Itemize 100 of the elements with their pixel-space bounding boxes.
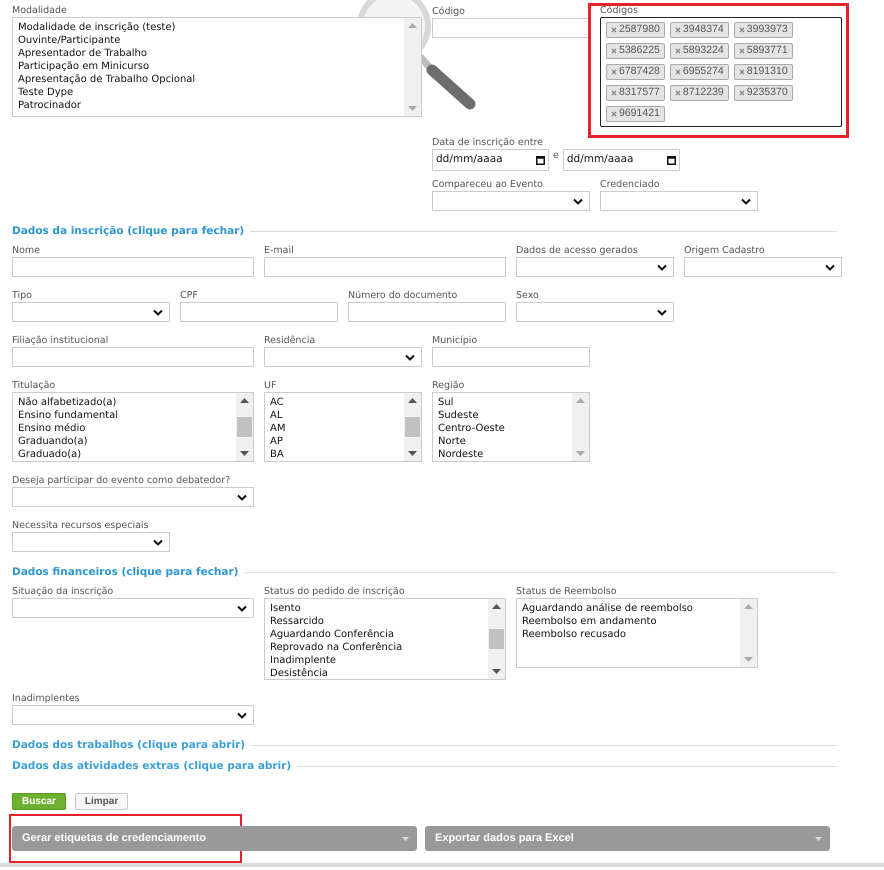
scroll-down-icon[interactable]: [492, 669, 501, 674]
scroll-thumb[interactable]: [489, 629, 504, 649]
code-tag[interactable]: 5893771: [734, 43, 793, 59]
code-tag[interactable]: 6955274: [670, 64, 729, 80]
list-option[interactable]: Apresentação de Trabalho Opcional: [18, 73, 196, 86]
select-field[interactable]: [12, 532, 170, 552]
select-field[interactable]: [432, 191, 590, 211]
list-option[interactable]: Norte: [438, 435, 466, 448]
select-field[interactable]: [516, 257, 674, 277]
list-option[interactable]: AL: [270, 409, 282, 422]
code-tag[interactable]: 9691421: [606, 106, 665, 122]
remove-icon[interactable]: [611, 90, 617, 96]
remove-icon[interactable]: [738, 27, 745, 33]
list-option[interactable]: Centro-Oeste: [438, 422, 505, 435]
list-option[interactable]: Graduado(a): [18, 448, 82, 461]
input-field[interactable]: [12, 347, 254, 367]
scrollbar[interactable]: [488, 599, 505, 679]
scroll-up-icon[interactable]: [492, 604, 501, 609]
remove-icon[interactable]: [674, 69, 681, 75]
code-tag[interactable]: 9235370: [734, 85, 793, 101]
field-label: Status do pedido de inscrição: [264, 587, 406, 597]
input-field[interactable]: [432, 347, 590, 367]
code-tag[interactable]: 5893224: [670, 43, 729, 59]
list-option[interactable]: Não alfabetizado(a): [18, 396, 116, 409]
code-tag[interactable]: 8317577: [606, 85, 665, 101]
list-option[interactable]: Modalidade de inscrição (teste): [18, 21, 176, 34]
remove-icon[interactable]: [674, 48, 681, 54]
remove-icon[interactable]: [611, 27, 617, 33]
code-tag[interactable]: 2587980: [606, 22, 665, 38]
input-field[interactable]: [180, 302, 338, 322]
list-option[interactable]: Ouvinte/Participante: [18, 34, 120, 47]
list-option[interactable]: Ressarcido: [270, 615, 324, 628]
select-field[interactable]: [12, 302, 170, 322]
list-box[interactable]: Não alfabetizado(a) Ensino fundamental Ensino médio Graduando(a) Graduado(a): [12, 392, 254, 462]
list-option[interactable]: AC: [270, 396, 284, 409]
list-option[interactable]: Sudeste: [438, 409, 478, 422]
scroll-thumb[interactable]: [405, 417, 420, 437]
list-box[interactable]: Aguardando análise de reembolso Reembolso em andamento Reembolso recusado: [516, 598, 758, 668]
list-option[interactable]: Aguardando Conferência: [270, 628, 394, 641]
code-tag[interactable]: 3948374: [670, 22, 729, 38]
list-option[interactable]: Participação em Minicurso: [18, 60, 150, 73]
list-option[interactable]: Nordeste: [438, 448, 484, 461]
calendar-icon[interactable]: [666, 156, 676, 164]
remove-icon[interactable]: [738, 69, 745, 75]
scrollbar[interactable]: [404, 393, 421, 461]
code-tag[interactable]: 5386225: [606, 43, 665, 59]
input-field[interactable]: [264, 257, 506, 277]
list-option[interactable]: Graduando(a): [18, 435, 88, 448]
scrollbar[interactable]: [236, 393, 253, 461]
select-field[interactable]: [12, 487, 254, 507]
list-option[interactable]: Desistência: [270, 667, 328, 679]
list-option[interactable]: Apresentador de Trabalho: [18, 47, 148, 60]
scroll-up-icon[interactable]: [408, 398, 417, 403]
list-box[interactable]: AC AL AM AP BA: [264, 392, 422, 462]
list-option[interactable]: Patrocinador: [18, 99, 81, 112]
list-option[interactable]: Ensino médio: [18, 422, 86, 435]
list-option[interactable]: BA: [270, 448, 284, 461]
select-field[interactable]: [12, 598, 254, 618]
remove-icon[interactable]: [674, 90, 681, 96]
scroll-up-icon[interactable]: [240, 398, 249, 403]
list-option[interactable]: Reembolso em andamento: [522, 615, 657, 628]
tag-input[interactable]: 2587980 3948374 3993973 5386225 5893224 5893771 6787428 6955274 8191310 8317577 8712239 9235370 9691421: [600, 17, 842, 127]
remove-icon[interactable]: [611, 48, 617, 54]
code-tag[interactable]: 8712239: [670, 85, 729, 101]
input-field[interactable]: [12, 257, 254, 277]
list-box[interactable]: Modalidade de inscrição (teste) Ouvinte/Participante Apresentador de Trabalho Participação em Minicurso Apresentação de Trabalho Opcional Teste Dype Patrocinador: [12, 17, 422, 117]
scroll-thumb[interactable]: [237, 417, 252, 437]
date-field[interactable]: dd/mm/aaaa: [432, 149, 549, 171]
list-option[interactable]: Ensino fundamental: [18, 409, 118, 422]
select-field[interactable]: [264, 347, 422, 367]
remove-icon[interactable]: [738, 48, 745, 54]
calendar-icon[interactable]: [536, 156, 545, 164]
list-option[interactable]: Teste Dype: [18, 86, 74, 99]
clear-button[interactable]: Limpar: [74, 793, 128, 810]
remove-icon[interactable]: [611, 111, 617, 117]
code-tag[interactable]: 3993973: [734, 22, 793, 38]
remove-icon[interactable]: [674, 27, 681, 33]
select-field[interactable]: [600, 191, 758, 211]
input-field[interactable]: [348, 302, 506, 322]
list-box[interactable]: Sul Sudeste Centro-Oeste Norte Nordeste: [432, 392, 590, 462]
list-option[interactable]: AP: [270, 435, 283, 448]
select-field[interactable]: [516, 302, 674, 322]
code-tag[interactable]: 8191310: [734, 64, 793, 80]
code-tag[interactable]: 6787428: [606, 64, 665, 80]
list-option[interactable]: Sul: [438, 396, 454, 409]
date-field[interactable]: dd/mm/aaaa: [562, 149, 680, 171]
scroll-down-icon[interactable]: [408, 451, 417, 456]
list-option[interactable]: Aguardando análise de reembolso: [522, 602, 693, 615]
list-option[interactable]: Isento: [270, 602, 301, 615]
list-option[interactable]: Reembolso recusado: [522, 628, 626, 641]
scroll-down-icon[interactable]: [240, 451, 249, 456]
list-option[interactable]: Reprovado na Conferência: [270, 641, 402, 654]
select-field[interactable]: [684, 257, 842, 277]
input-field[interactable]: [432, 18, 590, 38]
remove-icon[interactable]: [738, 90, 745, 96]
remove-icon[interactable]: [611, 69, 617, 75]
list-option[interactable]: Inadimplente: [270, 654, 336, 667]
select-field[interactable]: [12, 705, 254, 725]
list-box[interactable]: Isento Ressarcido Aguardando Conferência Reprovado na Conferência Inadimplente Desistência: [264, 598, 506, 680]
list-option[interactable]: AM: [270, 422, 286, 435]
